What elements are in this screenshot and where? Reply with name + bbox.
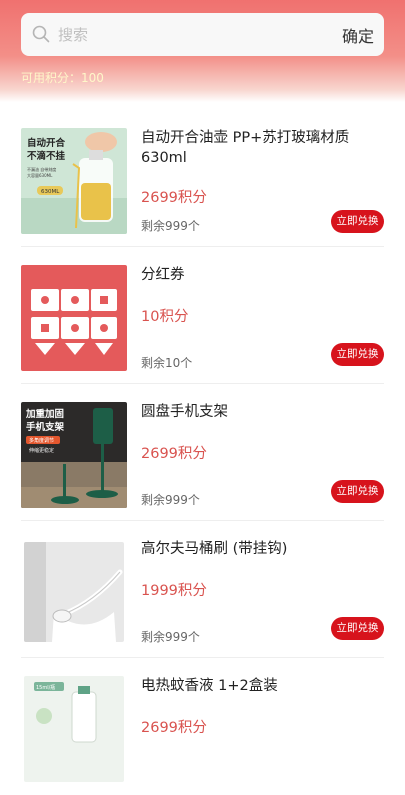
redeem-button[interactable]: 立即兑换 <box>331 210 384 233</box>
svg-text:加重加固: 加重加固 <box>25 408 64 420</box>
product-stock: 剩余10个 <box>141 356 193 370</box>
list-item: 高尔夫马桶刷 (带挂钩) 1999积分 剩余999个 立即兑换 <box>21 521 384 658</box>
product-title[interactable]: 圆盘手机支架 <box>141 402 381 422</box>
product-price: 2699积分 <box>141 720 207 736</box>
list-item: 自动开合 不滴不挂 不漏油 自带刻度 大容量630ML 630ML 自动开合油壶… <box>21 110 384 247</box>
product-title[interactable]: 分红券 <box>141 265 381 285</box>
list-item: 15ml/瓶 电热蚊香液 1+2盒装 2699积分 <box>21 658 384 795</box>
svg-text:不滴不挂: 不滴不挂 <box>27 150 66 162</box>
product-stock: 剩余999个 <box>141 219 200 233</box>
product-title[interactable]: 自动开合油壶 PP+苏打玻璃材质630ml <box>141 128 381 168</box>
product-image-dividend-coupon[interactable] <box>21 265 127 371</box>
svg-text:自动开合: 自动开合 <box>27 137 66 149</box>
confirm-button[interactable]: 确定 <box>342 23 374 47</box>
header-banner: 确定 可用积分：100 <box>0 0 405 102</box>
product-image-phone-stand[interactable]: 加重加固 手机支架 多角度调节 伸缩更稳定 <box>21 402 127 508</box>
svg-text:不漏油 自带刻度: 不漏油 自带刻度 <box>27 166 56 172</box>
product-price: 10积分 <box>141 309 189 325</box>
product-image-toilet-brush[interactable] <box>24 542 124 642</box>
list-item: 分红券 10积分 剩余10个 立即兑换 <box>21 247 384 384</box>
product-title[interactable]: 高尔夫马桶刷 (带挂钩) <box>141 539 381 559</box>
product-image-oil-pot[interactable]: 自动开合 不滴不挂 不漏油 自带刻度 大容量630ML 630ML <box>21 128 127 234</box>
product-title[interactable]: 电热蚊香液 1+2盒装 <box>141 676 381 696</box>
search-icon <box>32 25 50 43</box>
svg-text:15ml/瓶: 15ml/瓶 <box>36 684 55 691</box>
search-input[interactable] <box>58 21 308 48</box>
product-image-mosquito-liquid[interactable]: 15ml/瓶 <box>24 676 124 782</box>
search-bar[interactable]: 确定 <box>21 13 384 56</box>
list-item: 加重加固 手机支架 多角度调节 伸缩更稳定 圆盘手机支架 2699积分 剩余99… <box>21 384 384 521</box>
svg-text:大容量630ML: 大容量630ML <box>27 172 53 178</box>
available-points: 可用积分：100 <box>21 71 104 85</box>
product-price: 1999积分 <box>141 583 207 599</box>
svg-text:630ML: 630ML <box>41 189 60 195</box>
product-stock: 剩余999个 <box>141 630 200 644</box>
svg-text:多角度调节: 多角度调节 <box>29 437 54 444</box>
svg-text:伸缩更稳定: 伸缩更稳定 <box>29 447 54 454</box>
product-stock: 剩余999个 <box>141 493 200 507</box>
svg-text:手机支架: 手机支架 <box>26 421 65 433</box>
product-price: 2699积分 <box>141 190 207 206</box>
product-price: 2699积分 <box>141 446 207 462</box>
redeem-button[interactable]: 立即兑换 <box>331 617 384 640</box>
redeem-button[interactable]: 立即兑换 <box>331 343 384 366</box>
redeem-button[interactable]: 立即兑换 <box>331 480 384 503</box>
